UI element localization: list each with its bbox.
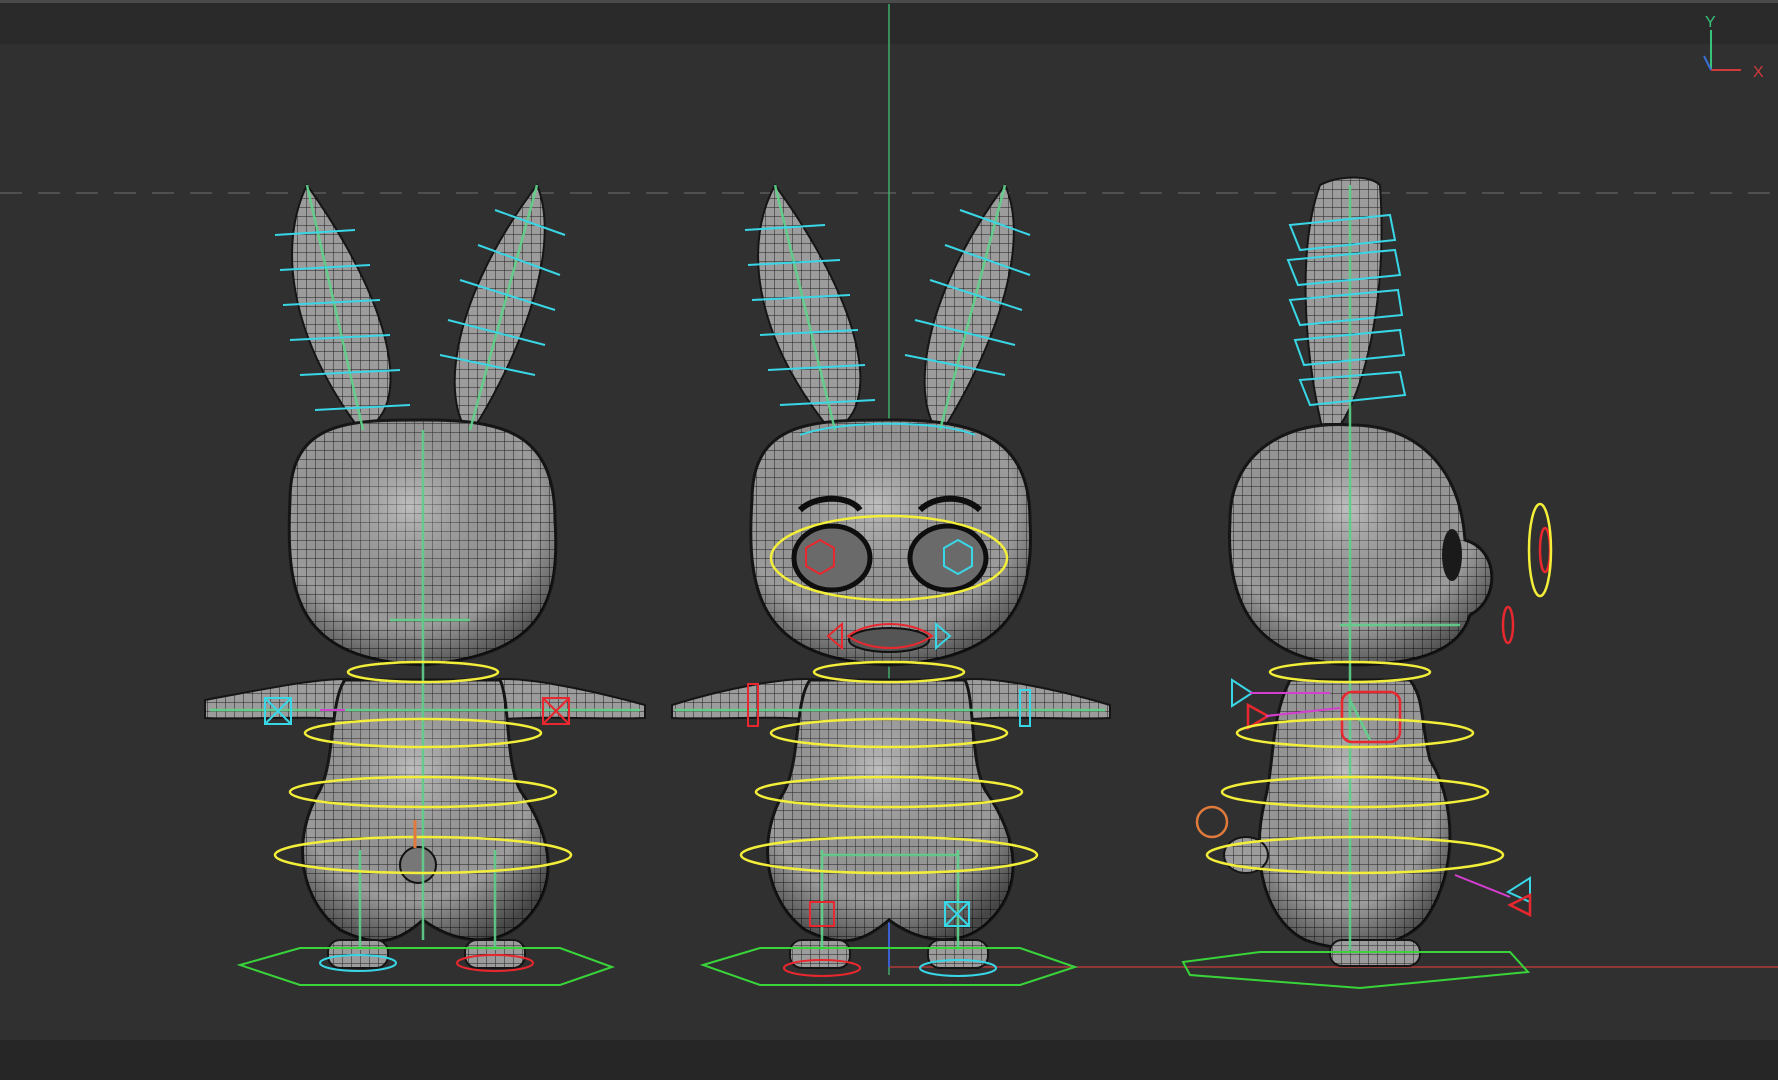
scene-canvas[interactable]: Y X [0, 0, 1778, 1080]
side-view-model[interactable] [1181, 176, 1553, 990]
axis-x-label: X [1753, 64, 1764, 81]
axis-y-label: Y [1705, 14, 1716, 31]
front-view-model[interactable] [671, 183, 1111, 986]
axis-gizmo-icon: Y X [1703, 14, 1764, 81]
back-view-model[interactable] [204, 183, 646, 986]
3d-viewport[interactable]: Y X [0, 0, 1778, 1080]
